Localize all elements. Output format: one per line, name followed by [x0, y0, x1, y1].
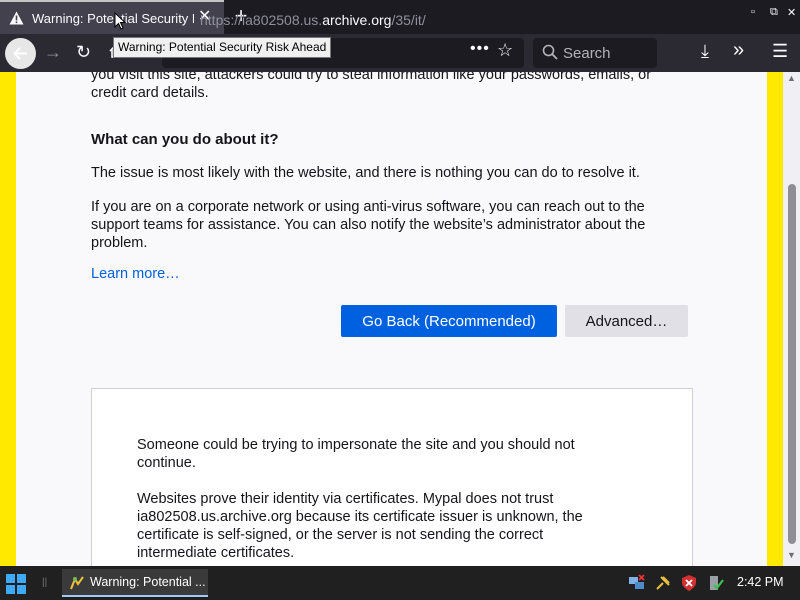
- advanced-paragraph-1: Someone could be trying to impersonate t…: [137, 437, 575, 471]
- warning-stripe-left: [0, 72, 16, 566]
- back-button[interactable]: [5, 38, 36, 69]
- taskbar-item-label: Warning: Potential ...: [90, 575, 206, 589]
- search-icon: [541, 43, 559, 66]
- taskbar-item-browser[interactable]: Warning: Potential ...: [62, 569, 208, 597]
- warning-icon: [9, 11, 24, 30]
- shield-tray-icon[interactable]: [680, 574, 698, 597]
- browser-app-icon: [69, 575, 85, 596]
- restore-icon[interactable]: ⧉: [770, 6, 778, 19]
- go-back-button[interactable]: Go Back (Recommended): [341, 305, 557, 337]
- intro-text: you visit this site, attackers could try…: [91, 72, 652, 101]
- pin-tray-icon[interactable]: [654, 574, 672, 597]
- scroll-down-icon[interactable]: ▼: [787, 550, 796, 560]
- hamburger-menu-icon[interactable]: ☰: [772, 41, 788, 62]
- url-domain: archive.org: [322, 12, 392, 28]
- scrollbar-thumb[interactable]: [788, 184, 796, 544]
- advice-paragraph-2: If you are on a corporate network or usi…: [91, 199, 646, 251]
- advanced-button[interactable]: Advanced…: [565, 305, 688, 337]
- window-close-icon[interactable]: ✕: [787, 6, 796, 19]
- url-suffix: /35/it/: [391, 12, 426, 28]
- network-tray-icon[interactable]: [628, 574, 646, 597]
- clock: 2:42 PM: [737, 575, 784, 589]
- reload-button[interactable]: ↻: [76, 42, 91, 63]
- url-text: https://ia802508.us.archive.org/35/it/: [200, 12, 426, 28]
- search-box[interactable]: Search: [533, 38, 657, 68]
- advice-paragraph-1: The issue is most likely with the websit…: [91, 165, 640, 181]
- security-check-tray-icon[interactable]: [706, 574, 724, 597]
- scroll-up-icon[interactable]: ▲: [787, 73, 796, 83]
- minimize-icon[interactable]: ▫: [751, 6, 755, 18]
- warning-stripe-right: [767, 72, 783, 566]
- start-menu-icon[interactable]: [6, 574, 26, 599]
- download-icon[interactable]: ⤓: [701, 41, 709, 62]
- taskbar: || Warning: Potential ... 2:42 PM: [0, 566, 800, 600]
- page-actions-button[interactable]: •••: [470, 40, 490, 58]
- tab-active[interactable]: Warning: Potential Security Risk Ahead ✕: [0, 0, 224, 34]
- section-heading: What can you do about it?: [91, 131, 279, 148]
- overflow-menu-icon[interactable]: »: [733, 39, 744, 62]
- learn-more-link[interactable]: Learn more…: [91, 266, 180, 282]
- forward-button[interactable]: →: [44, 42, 62, 63]
- tab-tooltip: Warning: Potential Security Risk Ahead: [113, 37, 332, 58]
- search-placeholder: Search: [563, 45, 611, 62]
- error-page: ▲ ▼ you visit this site, attackers could…: [0, 72, 800, 566]
- url-prefix: https://ia802508.us.: [200, 12, 323, 28]
- mouse-cursor-icon: [114, 11, 127, 35]
- advanced-paragraph-2: Websites prove their identity via certif…: [137, 491, 583, 561]
- advanced-panel: Someone could be trying to impersonate t…: [91, 388, 693, 566]
- back-arrow-icon: [13, 47, 27, 60]
- taskbar-grip-icon: ||: [42, 577, 48, 588]
- bookmark-star-icon[interactable]: ☆: [497, 40, 513, 61]
- tab-title: Warning: Potential Security Risk Ahead: [32, 11, 194, 26]
